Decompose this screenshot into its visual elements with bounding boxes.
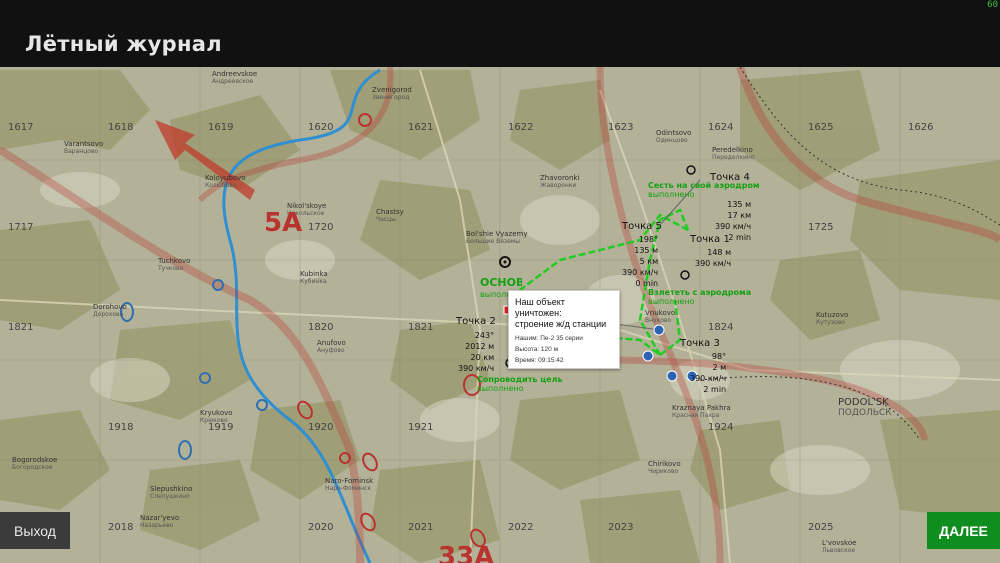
town-label: Andreevskoe Андреевское [212,70,258,85]
town-label: Varantsovo Варанцово [64,140,104,155]
town-label: Slepushkino Слепушкино [150,485,193,500]
town-label: Kutuzovo Кутузово [816,311,849,326]
waypoint-details: 243° 2012 м 20 км 390 км/ч [458,331,495,373]
page-title: Лётный журнал [25,32,222,56]
city-label: PODOL'SK ПОДОЛЬСК [838,397,892,419]
next-button[interactable]: ДАЛЕЕ [927,512,1000,549]
objective-label: Сесть на свой аэродром выполнено [648,181,760,199]
town-label: Bol'shie Vyazemy Большие Вяземы [466,230,528,245]
tooltip-heading-sub: строение ж/д станции [515,319,607,329]
grid-label: 1622 [508,122,534,133]
town-label: Kraznaya Pakhra Красная Пахра [672,404,731,419]
town-label: Kryukovo Крюково [200,409,233,424]
grid-label: 1821 [8,322,34,333]
town-label: Chirikovo Чириково [648,460,681,475]
grid-label: 1625 [808,122,834,133]
town-label: Bogorodskoe Богородское [12,456,58,471]
town-label: Dorohovo Дорохово [93,303,127,318]
town-label: Tuchkovo Тучково [158,257,191,272]
grid-label: 2020 [308,522,334,533]
grid-label: 1624 [708,122,734,133]
grid-label: 1626 [908,122,934,133]
waypoint-label: Точка 5 [622,221,662,232]
town-label: Zhavoronki Жаворонки [540,174,580,189]
grid-label: 1620 [308,122,334,133]
grid-label: 1921 [408,422,434,433]
tooltip-altitude: Высота: 120 м [515,346,559,353]
tooltip-aircraft: Нашим: Пе-2 35 серии [515,335,583,342]
grid-label: 2025 [808,522,834,533]
grid-label: 1617 [8,122,34,133]
waypoint-label: Точка 2 [456,316,496,327]
grid-label: 1623 [608,122,634,133]
grid-label: 1821 [408,322,434,333]
grid-label: 1618 [108,122,134,133]
town-label: Naro-Fominsk Наро-Фоминск [325,477,374,492]
objective-label: Взлететь с аэродрома выполнено [648,288,752,306]
waypoint-details: 135 м 17 км 390 км/ч 2 min [715,200,752,242]
grid-label: 1824 [708,322,734,333]
town-label: Koloyubovo Колюбово [205,174,246,189]
waypoint-details: 198° 135 м5 км 390 км/ч 0 min [622,235,659,288]
grid-label: 1725 [808,222,834,233]
waypoint-label: Точка 3 [680,338,720,349]
waypoint-details: 98° 2 м 390 км/ч 2 min [690,352,727,394]
grid-label: 1621 [408,122,434,133]
grid-label: 1717 [8,222,34,233]
town-label: Odintsovo Одинцово [656,129,692,144]
waypoint-details: 148 м 390 км/ч [695,248,732,268]
top-bar: Лётный журнал 60 [0,0,1000,67]
grid-label: 2022 [508,522,534,533]
mission-map[interactable]: 1617 1618 1619 1620 1621 1622 1623 1624 … [0,67,1000,563]
town-label: Vnukovo Внуково [645,309,676,324]
grid-label: 1918 [108,422,134,433]
tooltip-heading: Наш объект уничтожен: [515,297,565,318]
town-label: Kubinka Кубинка [300,270,328,285]
army-label: 33А [438,542,495,563]
army-label: 5А [264,208,303,238]
town-label: Zvenigorod Звенигород [372,86,412,101]
fps-counter: 60 [987,0,998,10]
grid-label: 1920 [308,422,334,433]
event-tooltip: Наш объект уничтожен: строение ж/д станци… [508,290,620,369]
town-label: Peredelkino Переделкино [712,146,755,161]
grid-label: 1619 [208,122,234,133]
grid-label: 1820 [308,322,334,333]
grid-label: 1924 [708,422,734,433]
grid-label: 2023 [608,522,634,533]
grid-label: 1720 [308,222,334,233]
town-label: Nazar'yevo Назарьево [140,514,180,529]
grid-label: 2018 [108,522,134,533]
exit-button[interactable]: Выход [0,512,70,549]
town-label: Chastsy Часцы [376,208,404,223]
objective-label: Сопроводить цель выполнено [477,375,563,393]
town-label: Anufovo Ануфово [317,339,346,354]
tooltip-time: Время: 09:15:42 [515,357,564,364]
town-label: L'vovskoe Львовское [822,539,857,554]
grid-label: 2021 [408,522,434,533]
